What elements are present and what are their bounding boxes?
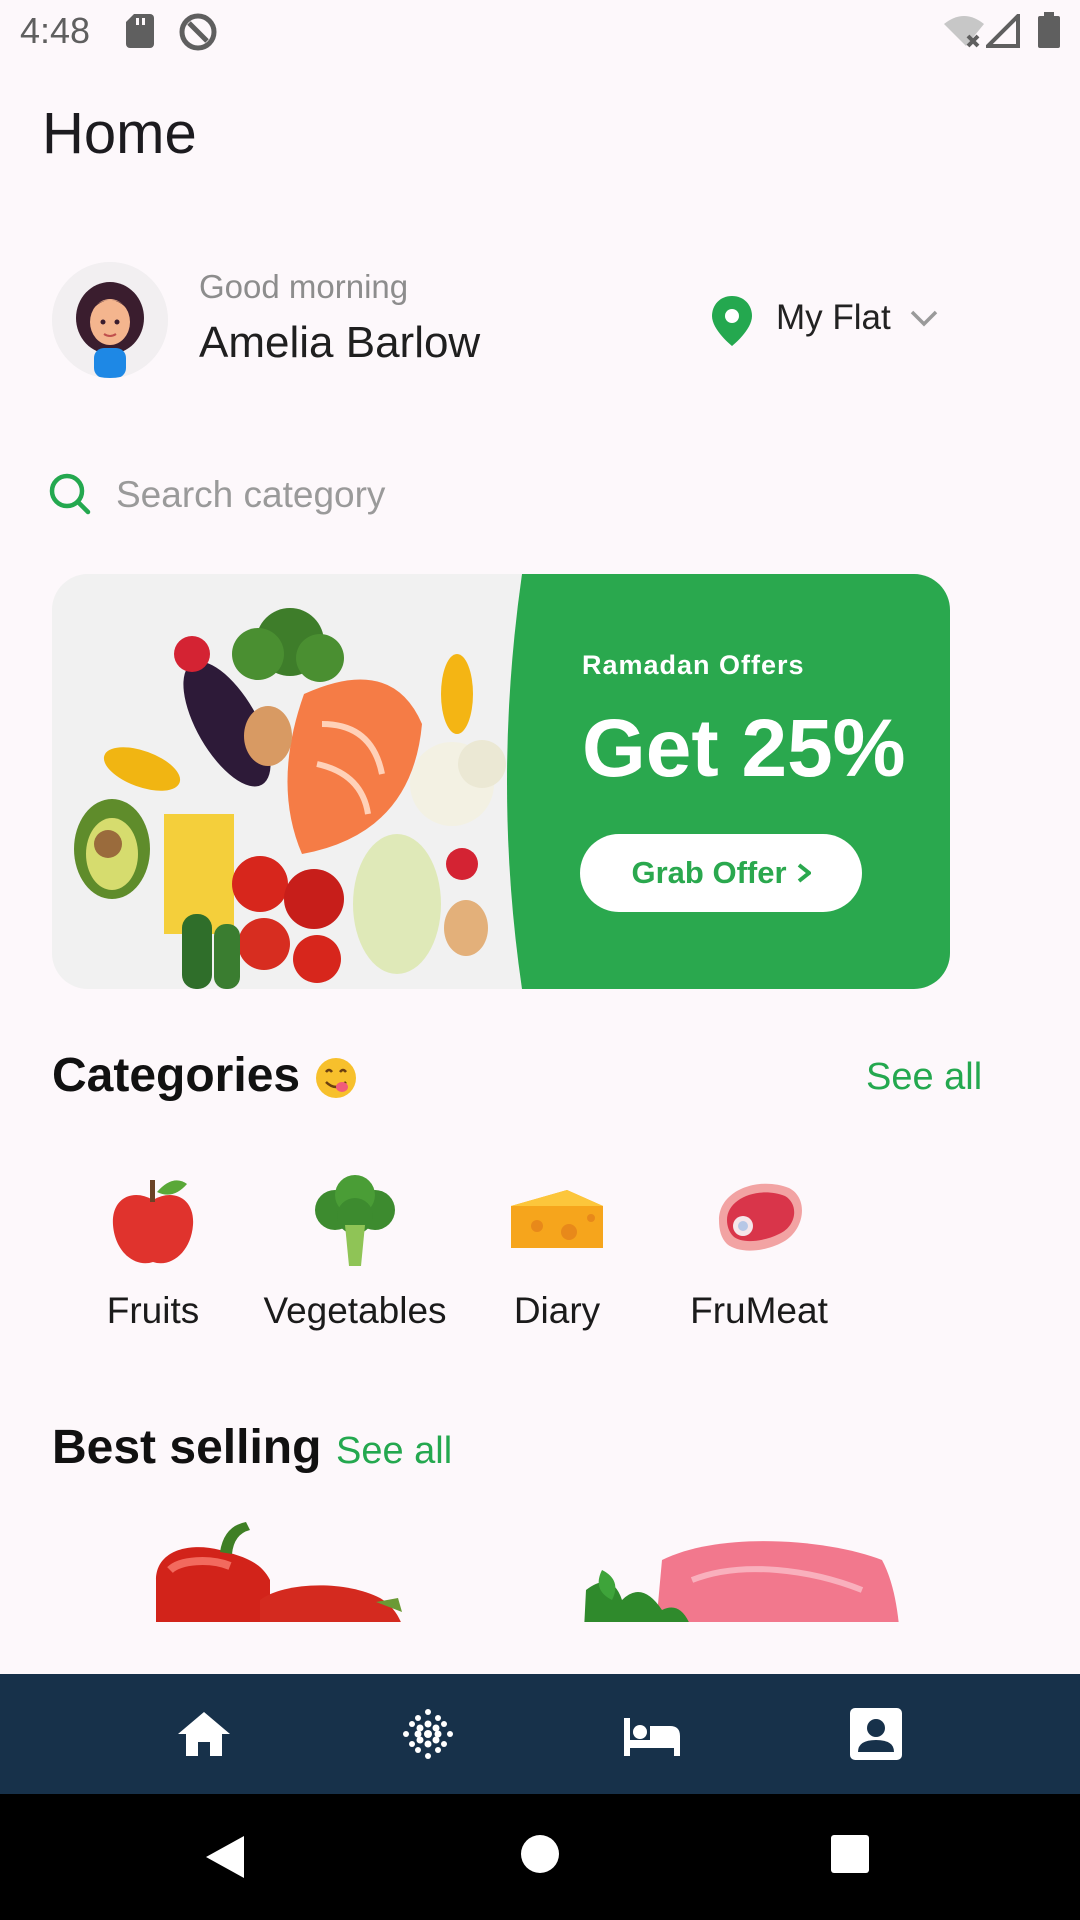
bottom-navigation	[0, 1674, 1080, 1794]
category-vegetables[interactable]: Vegetables	[260, 1170, 450, 1340]
chevron-right-icon	[797, 863, 811, 883]
best-selling-title: Best selling	[52, 1421, 322, 1474]
promo-banner[interactable]: Ramadan Offers Get 25% Grab Offer	[52, 574, 950, 989]
grab-offer-button[interactable]: Grab Offer	[580, 834, 862, 912]
page-title: Home	[42, 101, 197, 166]
broccoli-icon	[315, 1175, 395, 1266]
avatar-illustration	[52, 262, 168, 378]
wifi-off-icon	[944, 16, 984, 48]
signal-icon	[986, 14, 1020, 48]
category-label: FruMeat	[690, 1290, 828, 1331]
system-navigation-bar	[0, 1794, 1080, 1920]
categories-title: Categories	[52, 1049, 301, 1102]
contact-card-icon[interactable]	[846, 1704, 906, 1764]
grab-offer-label: Grab Offer	[631, 855, 787, 890]
yum-emoji-icon	[316, 1058, 356, 1098]
search-icon	[49, 473, 91, 515]
recents-icon[interactable]	[830, 1834, 870, 1874]
category-frumeat[interactable]: FruMeat	[664, 1170, 854, 1340]
status-time: 4:48	[20, 10, 91, 51]
user-name: Amelia Barlow	[199, 318, 481, 367]
bell-pepper-image	[156, 1522, 402, 1622]
categories-see-all-link[interactable]: See all	[866, 1056, 982, 1099]
category-label: Diary	[513, 1290, 601, 1331]
category-label: Fruits	[106, 1290, 200, 1331]
product-bell-pepper[interactable]	[150, 1520, 420, 1622]
greeting-text: Good morning	[199, 268, 409, 305]
status-bar: 4:48	[0, 0, 1080, 64]
chevron-down-icon[interactable]	[908, 306, 940, 330]
home-button-icon[interactable]	[520, 1834, 560, 1874]
meat-product-image	[584, 1541, 899, 1622]
location-selector[interactable]: My Flat	[776, 298, 891, 338]
cheese-icon	[511, 1190, 603, 1248]
product-meat[interactable]	[582, 1530, 902, 1622]
meat-icon	[719, 1183, 802, 1251]
bed-icon[interactable]	[622, 1704, 682, 1764]
banner-subtitle: Ramadan Offers	[582, 650, 805, 680]
location-pin-icon[interactable]	[710, 296, 754, 346]
best-selling-see-all-link[interactable]: See all	[336, 1430, 452, 1473]
grid-dots-icon[interactable]	[398, 1704, 458, 1764]
battery-icon	[1038, 12, 1060, 48]
category-diary[interactable]: Diary	[462, 1170, 652, 1340]
search-input[interactable]	[116, 470, 756, 520]
search-box	[48, 464, 768, 534]
banner-title: Get 25%	[582, 703, 906, 794]
home-icon[interactable]	[174, 1704, 234, 1764]
data-saver-icon	[179, 13, 217, 51]
category-label: Vegetables	[263, 1290, 447, 1331]
back-icon[interactable]	[204, 1834, 246, 1880]
apple-icon	[112, 1180, 194, 1264]
avatar[interactable]	[52, 262, 168, 378]
category-fruits[interactable]: Fruits	[58, 1170, 248, 1340]
sd-card-icon	[126, 14, 154, 48]
